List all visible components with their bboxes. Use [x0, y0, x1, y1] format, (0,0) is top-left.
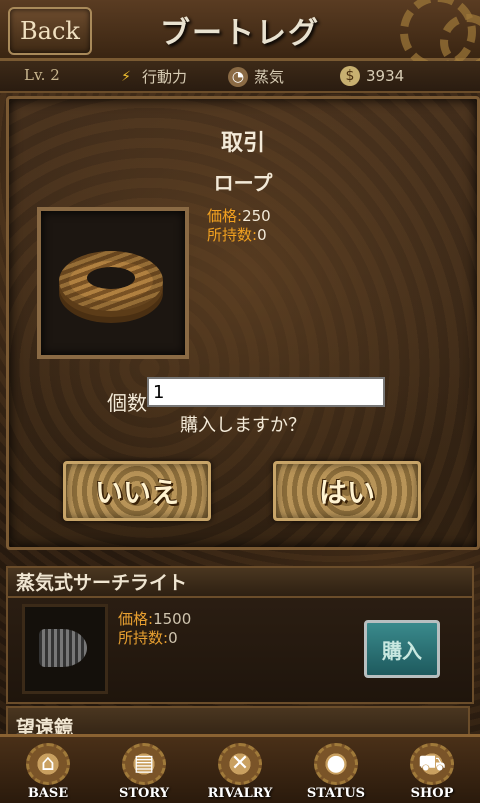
item-name: ロープ: [213, 171, 273, 195]
nav-label: BASE: [27, 786, 69, 801]
yes-button[interactable]: はい: [273, 461, 421, 521]
status-bar: Lv. 2 ⚡ 行動力 ◔ 蒸気 $ 3934: [0, 61, 480, 93]
owned-key: 所持数:: [207, 226, 258, 244]
money-display: $ 3934: [340, 66, 404, 86]
searchlight-icon: [39, 629, 87, 667]
owned-key: 所持数:: [118, 629, 169, 647]
owned-value: 0: [168, 629, 178, 647]
nav-label: RIVALRY: [207, 786, 273, 801]
nav-shop[interactable]: ⛟ SHOP: [384, 737, 480, 803]
no-button[interactable]: いいえ: [63, 461, 211, 521]
nav-base[interactable]: ⌂ BASE: [0, 737, 96, 803]
steam-gauge-icon: ◔: [228, 66, 248, 87]
steam-label: 蒸気: [254, 68, 285, 86]
shop-item-name: 蒸気式サーチライト: [8, 568, 472, 598]
action-label: 行動力: [142, 68, 188, 86]
action-power: ⚡ 行動力: [116, 66, 187, 87]
buy-button[interactable]: 購入: [364, 620, 440, 678]
price-key: 価格:: [207, 207, 243, 225]
price-key: 価格:: [118, 610, 154, 628]
page-title: ブートレグ: [160, 16, 320, 51]
dialog-title: 取引: [220, 131, 265, 156]
quantity-input[interactable]: [147, 377, 385, 407]
nav-status[interactable]: ● STATUS: [288, 737, 384, 803]
crossed-swords-icon: ✕: [218, 743, 262, 785]
confirm-text: 購入しますか？: [180, 415, 306, 436]
owned-value: 0: [257, 226, 267, 244]
price-value: 1500: [153, 610, 192, 628]
nav-story[interactable]: ▤ STORY: [96, 737, 192, 803]
book-icon: ▤: [122, 743, 166, 785]
nav-label: STORY: [118, 786, 170, 801]
house-icon: ⌂: [26, 743, 70, 785]
bottom-nav: ⌂ BASE ▤ STORY ✕ RIVALRY ● STATUS ⛟ SHOP: [0, 734, 480, 803]
level-label: Lv. 2: [24, 66, 60, 84]
rope-center: [87, 267, 135, 289]
item-thumbnail: [22, 604, 108, 694]
shop-item-info: 価格:1500 所持数:0: [118, 610, 191, 648]
nav-label: STATUS: [306, 786, 366, 801]
item-image-frame: [37, 207, 189, 359]
price-value: 250: [242, 207, 271, 225]
trade-dialog: 取引 ロープ 価格:250 所持数:0 個数 購入しますか？ いいえ はい: [6, 96, 480, 550]
lightning-icon: ⚡: [121, 68, 131, 85]
level-display: Lv. 2: [24, 66, 60, 84]
money-value: 3934: [366, 67, 405, 85]
shop-item-card: 蒸気式サーチライト 価格:1500 所持数:0 購入: [6, 566, 474, 704]
header-bar: Back ブートレグ: [0, 0, 480, 70]
cart-icon: ⛟: [410, 743, 454, 785]
person-icon: ●: [314, 743, 358, 785]
item-info: 価格:250 所持数:0: [207, 207, 271, 245]
nav-rivalry[interactable]: ✕ RIVALRY: [192, 737, 288, 803]
steam-display: ◔ 蒸気: [228, 66, 284, 87]
back-button[interactable]: Back: [8, 7, 92, 55]
money-bag-icon: $: [340, 66, 360, 86]
nav-label: SHOP: [410, 786, 454, 801]
